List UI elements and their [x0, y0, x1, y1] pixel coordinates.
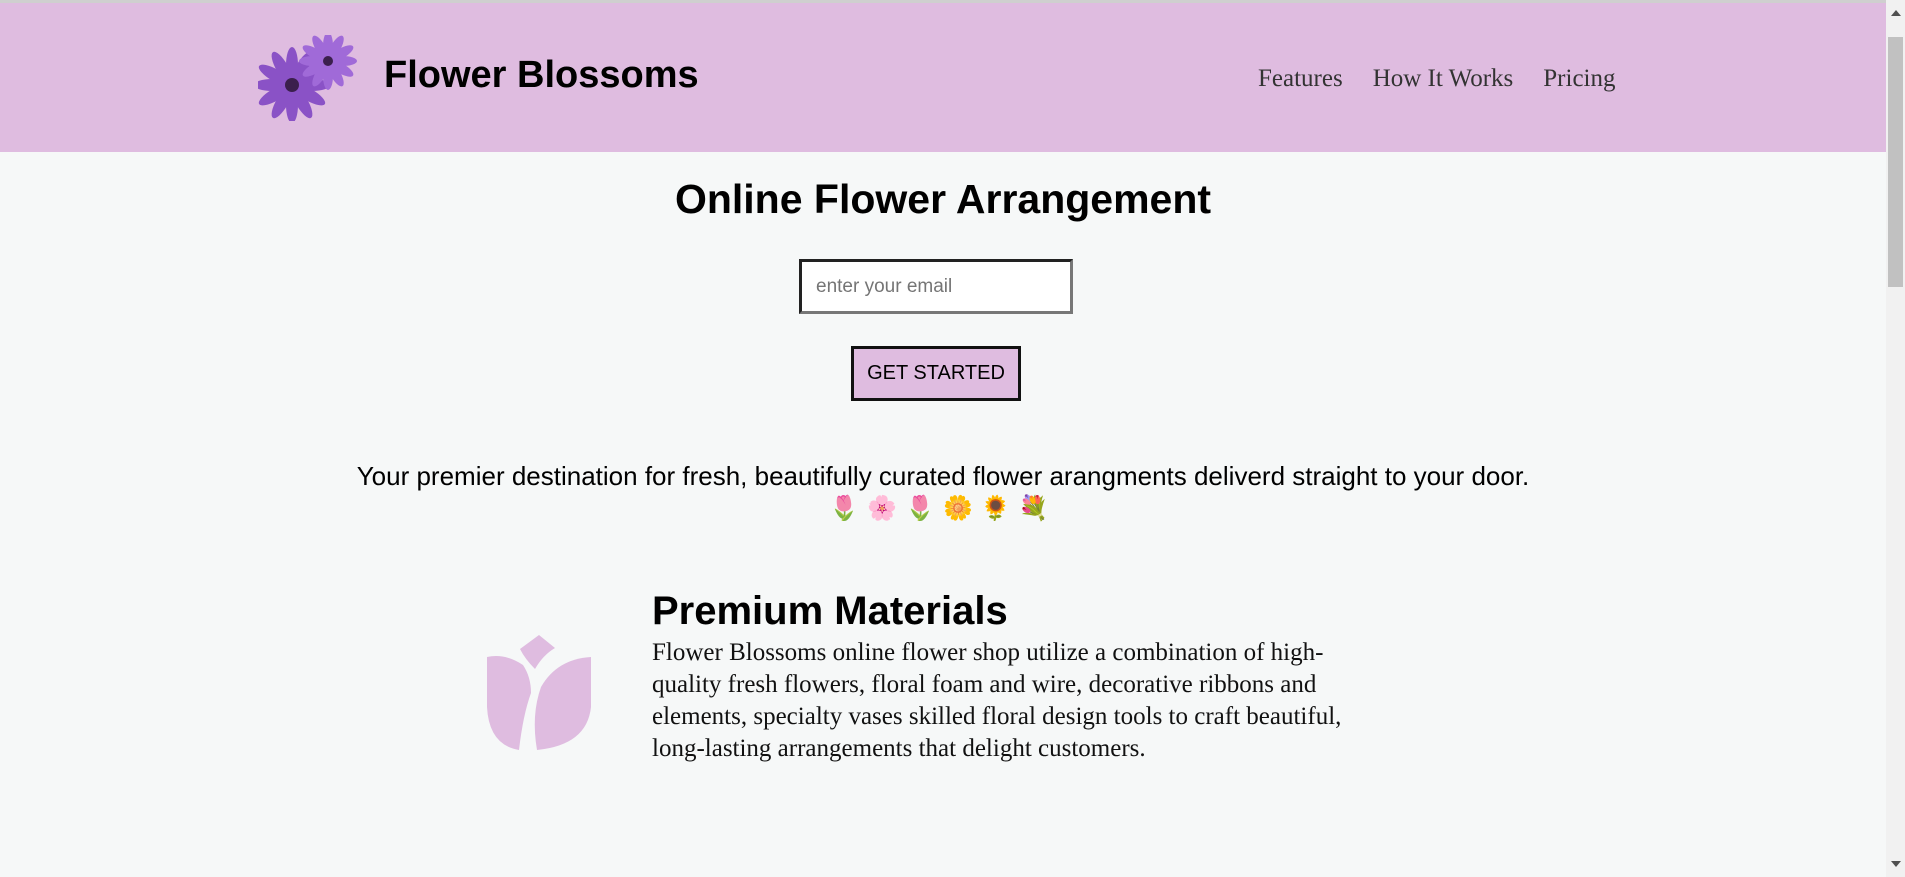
tagline: Your premier destination for fresh, beau… [356, 461, 1530, 491]
nav-pricing[interactable]: Pricing [1543, 65, 1615, 93]
vertical-scrollbar[interactable] [1886, 0, 1905, 877]
feature-description: Flower Blossoms online flower shop utili… [652, 639, 1342, 762]
get-started-button[interactable]: GET STARTED [851, 346, 1021, 401]
site-header: Flower Blossoms Features How It Works Pr… [0, 3, 1886, 152]
feature-title: Premium Materials [652, 589, 1008, 633]
tulip-icon [487, 635, 591, 750]
flower-emojis: 🌷🌸🌷🌼🌻💐 [829, 495, 1057, 522]
flower-logo-icon[interactable] [258, 35, 358, 121]
scroll-up-icon[interactable] [1891, 10, 1901, 16]
scroll-down-icon[interactable] [1891, 861, 1901, 867]
brand-name: Flower Blossoms [384, 54, 699, 96]
main-nav: Features How It Works Pricing [1258, 65, 1616, 93]
nav-features[interactable]: Features [1258, 65, 1343, 93]
nav-how-it-works[interactable]: How It Works [1373, 65, 1514, 93]
hero-title: Online Flower Arrangement [674, 176, 1212, 222]
scroll-thumb[interactable] [1888, 37, 1903, 287]
email-input[interactable] [799, 259, 1073, 314]
